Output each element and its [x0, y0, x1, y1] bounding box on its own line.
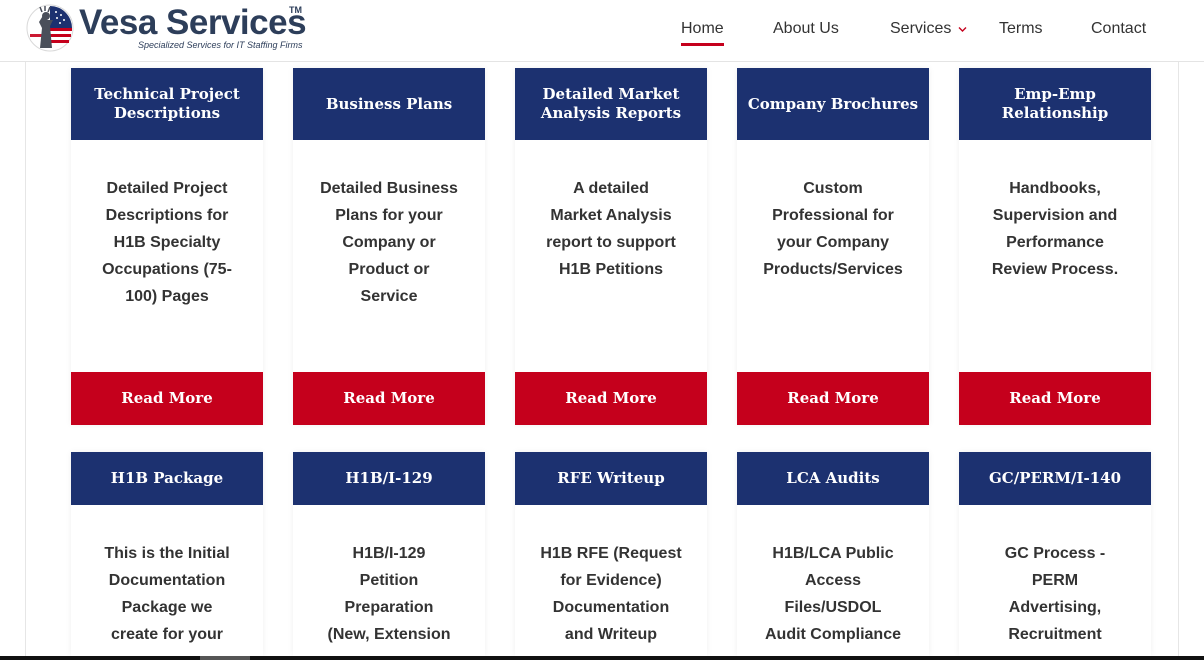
card-description: A detailed Market Analysis report to sup… [515, 175, 707, 283]
card-title: Company Brochures [737, 68, 929, 140]
card-description-line: for Evidence) [560, 572, 662, 589]
card-title: Business Plans [293, 68, 485, 140]
chevron-down-icon[interactable] [958, 26, 967, 33]
card-description-line: Plans for your [335, 207, 443, 224]
card-description-line: Audit Compliance [764, 626, 901, 643]
card-description-line: H1B RFE (Request [540, 545, 682, 562]
content-border-right [1178, 62, 1179, 660]
card-description-line: Handbooks, [1009, 180, 1101, 197]
active-nav-underline [681, 43, 724, 46]
card-description-line: your Company [776, 234, 889, 251]
card-description-line: Descriptions for [105, 207, 229, 224]
card-title: RFE Writeup [515, 452, 707, 505]
card-description: Custom Professional for your Company Pro… [737, 175, 929, 283]
service-card: Emp-Emp Relationship Handbooks, Supervis… [959, 68, 1151, 425]
read-more-button[interactable]: Read More [515, 372, 707, 425]
card-description-line: Products/Services [763, 261, 903, 278]
card-title: H1B Package [71, 452, 263, 505]
service-card: H1B Package This is the Initial Document… [71, 452, 263, 656]
bottom-scroll-bar [0, 656, 1204, 660]
service-card: Business Plans Detailed Business Plans f… [293, 68, 485, 425]
card-description-line: Package we [121, 599, 213, 616]
service-card: Technical Project Descriptions Detailed … [71, 68, 263, 425]
card-description-line: Documentation [108, 572, 226, 589]
card-description-line: Detailed Project [106, 180, 228, 197]
service-card: Detailed Market Analysis Reports A detai… [515, 68, 707, 425]
nav-item-terms[interactable]: Terms [999, 19, 1043, 39]
card-description: This is the Initial Documentation Packag… [71, 540, 263, 648]
trademark-mark: TM [289, 5, 302, 15]
nav-item-contact[interactable]: Contact [1091, 19, 1146, 39]
card-description-line: Professional for [772, 207, 894, 224]
card-description-line: Files/USDOL [784, 599, 882, 616]
card-description-line: (New, Extension [327, 626, 451, 643]
card-description-line: Occupations (75- [102, 261, 232, 278]
card-title: H1B/I-129 [293, 452, 485, 505]
card-description-line: GC Process - [1004, 545, 1106, 562]
card-title: GC/PERM/I-140 [959, 452, 1151, 505]
content-border-left [25, 62, 26, 660]
card-description-line: Detailed Business [320, 180, 458, 197]
card-description-line: Service [360, 288, 418, 305]
card-description-line: and Writeup [564, 626, 658, 643]
card-description: H1B RFE (Request for Evidence) Documenta… [515, 540, 707, 648]
card-description-line: H1B/LCA Public [772, 545, 894, 562]
read-more-button[interactable]: Read More [737, 372, 929, 425]
card-description-line: 100) Pages [125, 288, 209, 305]
card-description-line: Market Analysis [550, 207, 672, 224]
nav-label-services: Services [890, 20, 952, 37]
site-logo[interactable]: Vesa Services TM Specialized Services fo… [26, 3, 316, 57]
service-card: RFE Writeup H1B RFE (Request for Evidenc… [515, 452, 707, 656]
card-description-line: Access [804, 572, 862, 589]
card-description-line: Custom [803, 180, 863, 197]
card-description-line: PERM [1031, 572, 1079, 589]
card-description-line: Review Process. [991, 261, 1119, 278]
card-description-line: Preparation [344, 599, 434, 616]
nav-item-about-us[interactable]: About Us [773, 19, 839, 39]
card-title: Emp-Emp Relationship [959, 68, 1151, 140]
bottom-scroll-thumb[interactable] [200, 656, 250, 660]
card-description-line: Advertising, [1008, 599, 1102, 616]
service-card: Company Brochures Custom Professional fo… [737, 68, 929, 425]
card-description-line: Performance [1006, 234, 1104, 251]
nav-label-about-us: About Us [773, 20, 839, 37]
nav-item-services[interactable]: Services [890, 19, 951, 39]
read-more-button[interactable]: Read More [959, 372, 1151, 425]
nav-item-home[interactable]: Home [681, 19, 724, 46]
card-description-line: Documentation [552, 599, 670, 616]
card-description-line: Company or [342, 234, 436, 251]
card-description: Detailed Business Plans for your Company… [293, 175, 485, 310]
card-description: H1B/LCA Public Access Files/USDOL Audit … [737, 540, 929, 648]
card-description: Handbooks, Supervision and Performance R… [959, 175, 1151, 283]
card-title: LCA Audits [737, 452, 929, 505]
brand-name: Vesa Services [79, 3, 307, 42]
card-description-line: report to support [546, 234, 676, 251]
nav-label-terms: Terms [999, 20, 1043, 37]
card-title: Detailed Market Analysis Reports [515, 68, 707, 140]
card-description-line: H1B Petitions [558, 261, 663, 278]
nav-label-contact: Contact [1091, 20, 1147, 37]
service-card: GC/PERM/I-140 GC Process - PERM Advertis… [959, 452, 1151, 656]
service-card: H1B/I-129 H1B/I-129 Petition Preparation… [293, 452, 485, 656]
service-card: LCA Audits H1B/LCA Public Access Files/U… [737, 452, 929, 656]
card-description-line: Recruitment [1008, 626, 1102, 643]
card-description-line: A detailed [573, 180, 649, 197]
brand-tagline: Specialized Services for IT Staffing Fir… [138, 40, 303, 50]
nav-label-home: Home [681, 20, 724, 37]
card-title: Technical Project Descriptions [71, 68, 263, 140]
card-description-line: Supervision and [992, 207, 1118, 224]
card-description-line: H1B Specialty [113, 234, 221, 251]
card-description-line: Petition [359, 572, 419, 589]
card-description-line: This is the Initial [104, 545, 230, 562]
read-more-button[interactable]: Read More [71, 372, 263, 425]
card-description: GC Process - PERM Advertising, Recruitme… [959, 540, 1151, 648]
site-header: Vesa Services TM Specialized Services fo… [0, 0, 1204, 62]
card-description-line: H1B/I-129 [352, 545, 426, 562]
card-description-line: Product or [348, 261, 430, 278]
card-description: Detailed Project Descriptions for H1B Sp… [71, 175, 263, 310]
card-description: H1B/I-129 Petition Preparation (New, Ext… [293, 540, 485, 648]
read-more-button[interactable]: Read More [293, 372, 485, 425]
liberty-flag-emblem-icon [26, 4, 74, 52]
card-description-line: create for your [110, 626, 224, 643]
